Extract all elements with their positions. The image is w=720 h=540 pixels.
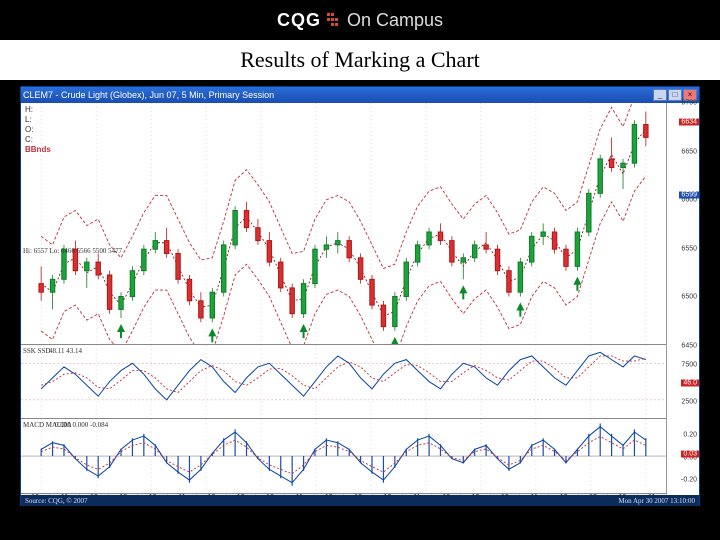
status-bar: Source: CQG, © 2007 Mon Apr 30 2007 13:1… [21,495,699,506]
window-titlebar[interactable]: CLEM7 - Crude Light (Globex), Jun 07, 5 … [21,87,699,103]
y-axis: 6700665066006550650064506634659975002500… [667,103,699,493]
window-title: CLEM7 - Crude Light (Globex), Jun 07, 5 … [23,90,653,100]
brand-logo-icon [327,13,341,27]
stochastic-pane[interactable]: SSK SSD 48.11 43.14 [21,345,666,419]
main-side-values: Hi: 6557 Lo: 6466 5566 5500 5477 [23,247,122,255]
osc-label: SSK SSD [23,347,50,355]
status-right: Mon Apr 30 2007 13:10:00 [618,497,695,505]
macd-pane[interactable]: MACD MACDA 0.000 0.000 -0.084 [21,419,666,493]
brand-logo-text: CQG [277,10,321,31]
vol-values: 0.000 0.000 -0.084 [55,421,108,429]
status-left: Source: CQG, © 2007 [25,497,87,505]
window-maximize-button[interactable]: □ [668,89,682,101]
price-pane[interactable]: Hi: 6557 Lo: 6466 5566 5500 5477 [21,103,666,345]
brand-suffix: On Campus [347,10,443,31]
window-minimize-button[interactable]: _ [653,89,667,101]
chart-panes[interactable]: Hi: 6557 Lo: 6466 5566 5500 5477 SSK SSD… [21,103,667,493]
osc-values: 48.11 43.14 [49,347,82,355]
slide-title: Results of Marking a Chart [0,40,720,80]
chart-window: CLEM7 - Crude Light (Globex), Jun 07, 5 … [20,86,700,506]
slide-header: CQG On Campus [0,0,720,40]
